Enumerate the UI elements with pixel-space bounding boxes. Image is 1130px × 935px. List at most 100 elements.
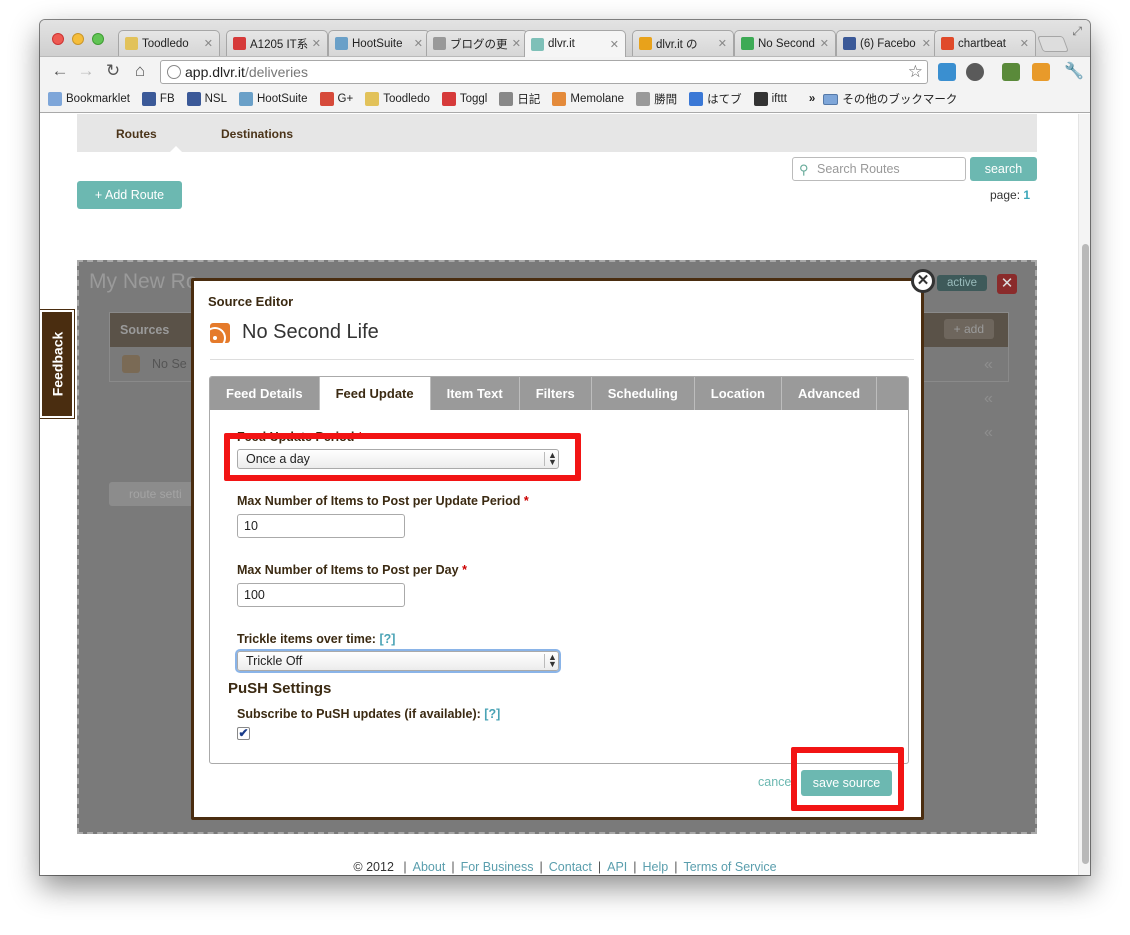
bookmark-item[interactable]: G+ bbox=[319, 92, 354, 106]
close-tab-icon[interactable]: ✕ bbox=[204, 37, 213, 50]
tab-advanced[interactable]: Advanced bbox=[782, 377, 878, 410]
browser-tab[interactable]: dlvr.it の ✕ bbox=[632, 30, 734, 56]
browser-tab[interactable]: HootSuite ✕ bbox=[328, 30, 430, 56]
bookmark-icon bbox=[552, 92, 567, 106]
bookmark-item[interactable]: 勝間 bbox=[636, 91, 677, 107]
footer-link[interactable]: About bbox=[413, 860, 446, 874]
close-tab-icon[interactable]: ✕ bbox=[820, 37, 829, 50]
home-button[interactable]: ⌂ bbox=[130, 61, 150, 81]
editor-tabs: Feed Details Feed Update Item Text Filters S… bbox=[210, 377, 908, 410]
close-modal-button[interactable]: ✕ bbox=[911, 269, 935, 293]
tab-routes[interactable]: Routes bbox=[116, 127, 157, 141]
bookmark-item[interactable]: Bookmarklet bbox=[48, 92, 130, 106]
browser-tab[interactable]: dlvr.it ✕ bbox=[524, 30, 626, 57]
push-help-link[interactable]: [?] bbox=[484, 707, 500, 721]
bookmark-item[interactable]: Toggl bbox=[441, 92, 488, 106]
footer-link[interactable]: Contact bbox=[549, 860, 592, 874]
close-tab-icon[interactable]: ✕ bbox=[512, 37, 521, 50]
tab-feed-update[interactable]: Feed Update bbox=[319, 377, 431, 410]
tab-feed-details[interactable]: Feed Details bbox=[210, 377, 320, 410]
page-number[interactable]: 1 bbox=[1023, 188, 1030, 202]
extension-icon-4[interactable] bbox=[1032, 63, 1050, 81]
bookmark-icon bbox=[48, 92, 62, 106]
close-tab-icon[interactable]: ✕ bbox=[922, 37, 931, 50]
extension-icon-2[interactable] bbox=[966, 63, 984, 81]
tab-label: dlvr.it の bbox=[656, 38, 698, 51]
wrench-menu-icon[interactable]: 🔧 bbox=[1064, 61, 1084, 81]
trickle-select[interactable]: Trickle Off ▲ ▼ bbox=[237, 651, 559, 671]
tab-label: ブログの更 bbox=[450, 38, 508, 51]
bookmarks-list: Bookmarklet FB NSL HootSuite G+ Toodledo Toggl… bbox=[48, 91, 799, 107]
tab-item-text[interactable]: Item Text bbox=[431, 377, 520, 410]
footer-link[interactable]: API bbox=[607, 860, 627, 874]
max-items-per-day-input[interactable]: 100 bbox=[237, 583, 405, 607]
bookmark-item[interactable]: Memolane bbox=[552, 92, 624, 106]
close-tab-icon[interactable]: ✕ bbox=[610, 38, 619, 51]
page-scrollbar[interactable] bbox=[1078, 114, 1090, 875]
new-tab-button[interactable] bbox=[1037, 36, 1069, 52]
bookmark-icon bbox=[141, 92, 156, 106]
back-button[interactable]: ← bbox=[50, 61, 70, 81]
close-tab-icon[interactable]: ✕ bbox=[1020, 37, 1029, 50]
bookmark-label: Toggl bbox=[459, 93, 488, 105]
fullscreen-icon[interactable]: ⤢ bbox=[1072, 24, 1082, 39]
max-items-per-period-input[interactable]: 10 bbox=[237, 514, 405, 538]
close-tab-icon[interactable]: ✕ bbox=[718, 37, 727, 50]
bookmark-item[interactable]: NSL bbox=[186, 92, 227, 106]
browser-tab[interactable]: (6) Facebo ✕ bbox=[836, 30, 938, 56]
search-button[interactable]: search bbox=[970, 157, 1037, 181]
minimize-window-button[interactable] bbox=[72, 33, 84, 45]
bookmark-item[interactable]: 日記 bbox=[499, 91, 540, 107]
extension-icon-1[interactable] bbox=[938, 63, 956, 81]
bookmark-item[interactable]: ifttt bbox=[753, 92, 787, 106]
tab-destinations[interactable]: Destinations bbox=[221, 127, 293, 141]
browser-tab[interactable]: ブログの更 ✕ bbox=[426, 30, 528, 56]
bookmark-item[interactable]: はてブ bbox=[689, 91, 742, 107]
favicon-icon bbox=[941, 37, 954, 50]
scrollbar-thumb[interactable] bbox=[1082, 244, 1089, 864]
browser-tab[interactable]: No Second ✕ bbox=[734, 30, 836, 56]
close-tab-icon[interactable]: ✕ bbox=[312, 37, 321, 50]
highlight-save-button bbox=[791, 747, 904, 811]
evernote-icon[interactable] bbox=[1002, 63, 1020, 81]
bookmarks-overflow-button[interactable]: » bbox=[809, 93, 815, 105]
bookmark-label: ifttt bbox=[771, 93, 787, 105]
cancel-link[interactable]: cancel bbox=[758, 775, 794, 789]
address-bar[interactable]: app.dlvr.it/deliveries ☆ bbox=[160, 60, 928, 84]
add-route-button[interactable]: + Add Route bbox=[77, 181, 182, 209]
bookmark-label: G+ bbox=[337, 93, 354, 105]
required-mark: * bbox=[462, 563, 467, 577]
tab-location[interactable]: Location bbox=[695, 377, 782, 410]
close-tab-icon[interactable]: ✕ bbox=[414, 37, 423, 50]
bookmark-item[interactable]: FB bbox=[141, 92, 175, 106]
close-window-button[interactable] bbox=[52, 33, 64, 45]
bookmark-star-icon[interactable]: ☆ bbox=[908, 62, 923, 82]
feedback-tab[interactable]: Feedback bbox=[40, 309, 75, 419]
zoom-window-button[interactable] bbox=[92, 33, 104, 45]
browser-tab[interactable]: chartbeat ✕ bbox=[934, 30, 1036, 56]
bookmark-label: HootSuite bbox=[257, 93, 308, 105]
footer-link[interactable]: Help bbox=[643, 860, 669, 874]
bookmark-item[interactable]: HootSuite bbox=[239, 92, 308, 106]
tab-filters[interactable]: Filters bbox=[520, 377, 592, 410]
footer-link[interactable]: Terms of Service bbox=[683, 860, 776, 874]
browser-tab[interactable]: Toodledo ✕ bbox=[118, 30, 220, 56]
other-bookmarks[interactable]: その他のブックマーク bbox=[823, 91, 957, 107]
forward-button[interactable]: → bbox=[76, 61, 96, 81]
rss-icon bbox=[122, 355, 140, 373]
tab-scheduling[interactable]: Scheduling bbox=[592, 377, 695, 410]
tab-label: HootSuite bbox=[352, 37, 403, 50]
favicon-icon bbox=[639, 37, 652, 50]
feedback-label: Feedback bbox=[49, 331, 65, 397]
footer-link[interactable]: For Business bbox=[461, 860, 534, 874]
page-info-icon[interactable] bbox=[167, 65, 181, 79]
reload-button[interactable]: ↻ bbox=[103, 61, 123, 81]
favicon-icon bbox=[433, 37, 446, 50]
push-subscribe-checkbox[interactable]: ✔ bbox=[237, 727, 250, 740]
search-routes-input[interactable]: ⚲ Search Routes bbox=[792, 157, 966, 181]
trickle-help-link[interactable]: [?] bbox=[379, 632, 395, 646]
browser-tab[interactable]: A1205 IT系 ✕ bbox=[226, 30, 328, 56]
pagination: page: 1 bbox=[990, 188, 1030, 202]
bookmark-item[interactable]: Toodledo bbox=[365, 92, 430, 106]
rss-icon bbox=[210, 322, 230, 343]
